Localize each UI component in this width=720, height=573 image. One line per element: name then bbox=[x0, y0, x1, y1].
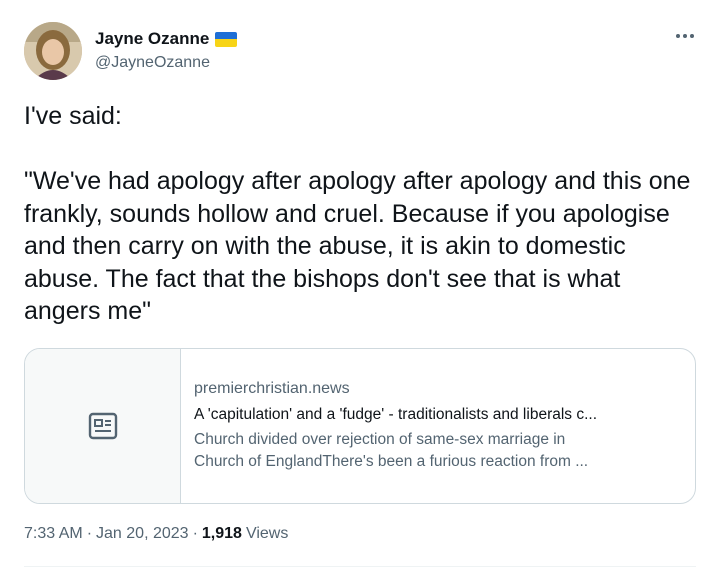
link-card-description-line2: Church of EnglandThere's been a furious … bbox=[194, 453, 589, 470]
divider bbox=[24, 566, 696, 567]
meta-separator: · bbox=[86, 525, 93, 542]
link-card-thumbnail bbox=[25, 349, 181, 503]
link-card-domain: premierchristian.news bbox=[194, 380, 350, 397]
link-card[interactable]: premierchristian.news A 'capitulation' a… bbox=[24, 348, 696, 504]
views-count: 1,918 bbox=[201, 525, 242, 542]
avatar-photo bbox=[24, 22, 82, 80]
avatar[interactable] bbox=[24, 22, 82, 80]
views-label: Views bbox=[245, 525, 289, 542]
tweet: Jayne Ozanne @JayneOzanne I've said: "We… bbox=[0, 0, 720, 573]
ukraine-flag-icon bbox=[215, 31, 238, 47]
link-card-description-line1: Church divided over rejection of same-se… bbox=[194, 431, 566, 448]
link-card-description: Church divided over rejection of same-se… bbox=[194, 429, 684, 473]
tweet-date[interactable]: Jan 20, 2023 bbox=[96, 525, 189, 543]
author-handle[interactable]: @JayneOzanne bbox=[95, 54, 210, 72]
link-card-text: premierchristian.news A 'capitulation' a… bbox=[194, 379, 684, 473]
more-options-icon[interactable] bbox=[672, 26, 698, 46]
tweet-meta: 7:33 AM · Jan 20, 2023 · 1,918 Views bbox=[24, 525, 288, 543]
author-display-name[interactable]: Jayne Ozanne bbox=[95, 29, 209, 49]
tweet-time[interactable]: 7:33 AM bbox=[24, 525, 83, 543]
article-icon bbox=[88, 412, 117, 440]
author-name-row: Jayne Ozanne bbox=[95, 29, 238, 49]
link-card-title: A 'capitulation' and a 'fudge' - traditi… bbox=[194, 406, 598, 423]
tweet-text: I've said: "We've had apology after apol… bbox=[24, 102, 691, 325]
meta-separator-2: · bbox=[192, 525, 198, 542]
